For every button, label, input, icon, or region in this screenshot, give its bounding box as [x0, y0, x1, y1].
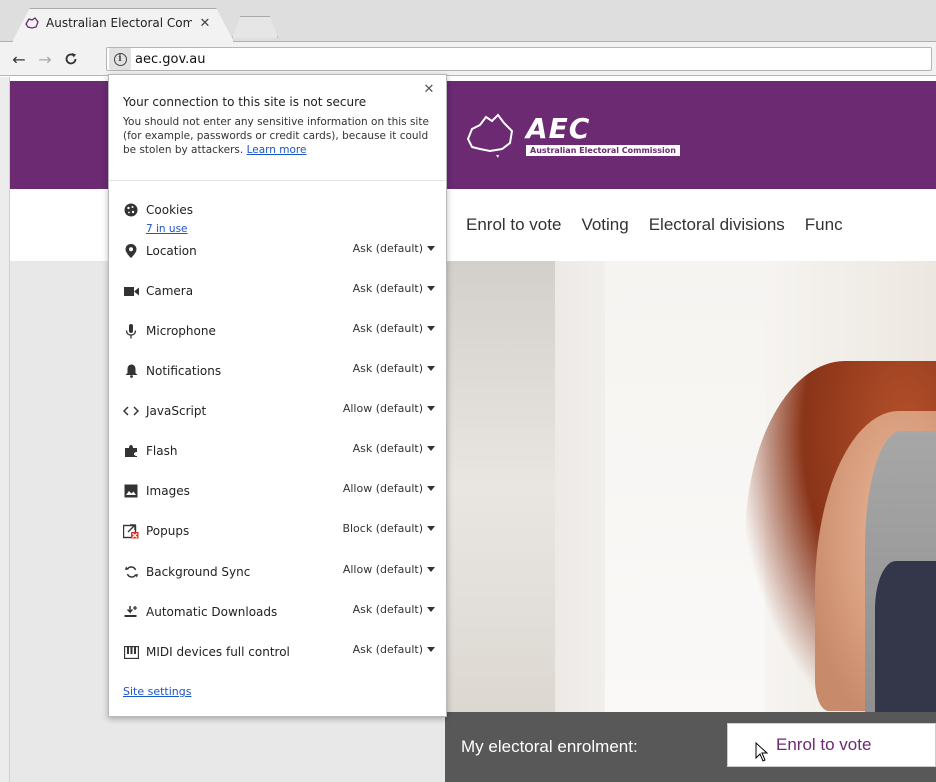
australia-map-icon: [466, 113, 514, 158]
nav-electoral-divisions[interactable]: Electoral divisions: [649, 215, 785, 235]
enrolment-bar: My electoral enrolment: Enrol to vote: [445, 712, 936, 782]
permission-select[interactable]: Ask (default): [353, 282, 435, 295]
site-info-button[interactable]: i: [109, 48, 131, 70]
back-arrow-icon[interactable]: ←: [8, 48, 30, 70]
logo-subtitle: Australian Electoral Commission: [526, 144, 680, 156]
address-bar[interactable]: i aec.gov.au: [106, 47, 932, 71]
camera-icon: [123, 283, 139, 299]
midi-icon: [123, 644, 139, 660]
permission-background-sync: Background Sync Allow (default): [123, 561, 435, 583]
permission-select[interactable]: Allow (default): [343, 563, 435, 576]
permission-images: Images Allow (default): [123, 480, 435, 502]
caret-down-icon: [427, 326, 435, 331]
permission-popups: Popups Block (default): [123, 520, 435, 542]
tab-strip: Australian Electoral Comm ✕: [0, 0, 936, 42]
permission-select[interactable]: Allow (default): [343, 482, 435, 495]
nav-funding[interactable]: Func: [805, 215, 843, 235]
nav-voting[interactable]: Voting: [581, 215, 628, 235]
download-icon: [123, 604, 139, 620]
caret-down-icon: [427, 647, 435, 652]
permission-midi-devices: MIDI devices full control Ask (default): [123, 641, 435, 663]
aec-favicon-icon: [24, 15, 40, 31]
bell-icon: [123, 363, 139, 379]
permission-label: Automatic Downloads: [146, 605, 278, 619]
permission-label: Background Sync: [146, 565, 251, 579]
page-left-edge: [0, 77, 10, 782]
enrol-button-label: Enrol to vote: [776, 735, 872, 754]
aec-logo[interactable]: AEC Australian Electoral Commission: [462, 105, 742, 165]
cookie-icon: [123, 202, 139, 218]
tab-title: Australian Electoral Comm: [46, 16, 192, 30]
puzzle-icon: [123, 443, 139, 459]
forward-arrow-icon[interactable]: →: [34, 48, 56, 70]
divider: [109, 180, 446, 181]
connection-warning-title: Your connection to this site is not secu…: [123, 95, 367, 109]
caret-down-icon: [427, 486, 435, 491]
location-pin-icon: [123, 243, 139, 259]
enrolment-label: My electoral enrolment:: [461, 737, 638, 756]
tab-close-icon[interactable]: ✕: [198, 16, 212, 31]
caret-down-icon: [427, 286, 435, 291]
permission-select[interactable]: Ask (default): [353, 643, 435, 656]
permission-label: MIDI devices full control: [146, 645, 290, 659]
caret-down-icon: [427, 406, 435, 411]
permission-label: Location: [146, 244, 197, 258]
permission-cookies: Cookies: [123, 199, 435, 221]
permission-select[interactable]: Ask (default): [353, 322, 435, 335]
caret-down-icon: [427, 567, 435, 572]
permission-location: Location Ask (default): [123, 240, 435, 262]
cookies-in-use-link[interactable]: 7 in use: [146, 223, 188, 235]
permission-label: Flash: [146, 444, 178, 458]
info-icon: i: [113, 52, 127, 66]
permission-select[interactable]: Ask (default): [353, 442, 435, 455]
permission-automatic-downloads: Automatic Downloads Ask (default): [123, 601, 435, 623]
tab-active[interactable]: Australian Electoral Comm ✕: [24, 10, 224, 36]
permission-flash: Flash Ask (default): [123, 440, 435, 462]
hero-image: [445, 261, 936, 712]
new-tab-button[interactable]: [232, 16, 278, 38]
permission-camera: Camera Ask (default): [123, 280, 435, 302]
permission-javascript: JavaScript Allow (default): [123, 400, 435, 422]
permission-label: Camera: [146, 284, 194, 298]
logo-wordmark: AEC: [526, 111, 591, 145]
site-info-popup: ✕ Your connection to this site is not se…: [108, 74, 447, 717]
caret-down-icon: [427, 446, 435, 451]
permission-label: Cookies: [146, 203, 193, 217]
permission-select[interactable]: Ask (default): [353, 362, 435, 375]
caret-down-icon: [427, 526, 435, 531]
caret-down-icon: [427, 246, 435, 251]
permission-label: Popups: [146, 524, 190, 538]
microphone-icon: [123, 323, 139, 339]
code-icon: [123, 403, 139, 419]
image-icon: [123, 483, 139, 499]
browser-toolbar: ← → i aec.gov.au: [0, 42, 936, 76]
caret-down-icon: [427, 607, 435, 612]
learn-more-link[interactable]: Learn more: [247, 144, 307, 156]
sync-icon: [123, 564, 139, 580]
site-settings-link[interactable]: Site settings: [123, 685, 191, 698]
main-navigation: Enrol to vote Voting Electoral divisions…: [445, 189, 936, 261]
reload-icon[interactable]: [60, 48, 82, 70]
permission-microphone: Microphone Ask (default): [123, 320, 435, 342]
permission-label: Microphone: [146, 324, 216, 338]
permission-label: JavaScript: [146, 404, 207, 418]
close-icon[interactable]: ✕: [422, 83, 436, 97]
permission-select[interactable]: Ask (default): [353, 603, 435, 616]
permission-select[interactable]: Ask (default): [353, 242, 435, 255]
caret-down-icon: [427, 366, 435, 371]
popup-blocked-icon: [123, 523, 139, 539]
permission-select[interactable]: Block (default): [342, 522, 435, 535]
permission-notifications: Notifications Ask (default): [123, 360, 435, 382]
url-text[interactable]: aec.gov.au: [135, 52, 205, 67]
nav-enrol-to-vote[interactable]: Enrol to vote: [466, 215, 561, 235]
mouse-cursor-icon: [755, 742, 769, 762]
permission-label: Notifications: [146, 364, 222, 378]
connection-warning-body: You should not enter any sensitive infor…: [123, 116, 429, 156]
permission-select[interactable]: Allow (default): [343, 402, 435, 415]
permission-label: Images: [146, 484, 190, 498]
